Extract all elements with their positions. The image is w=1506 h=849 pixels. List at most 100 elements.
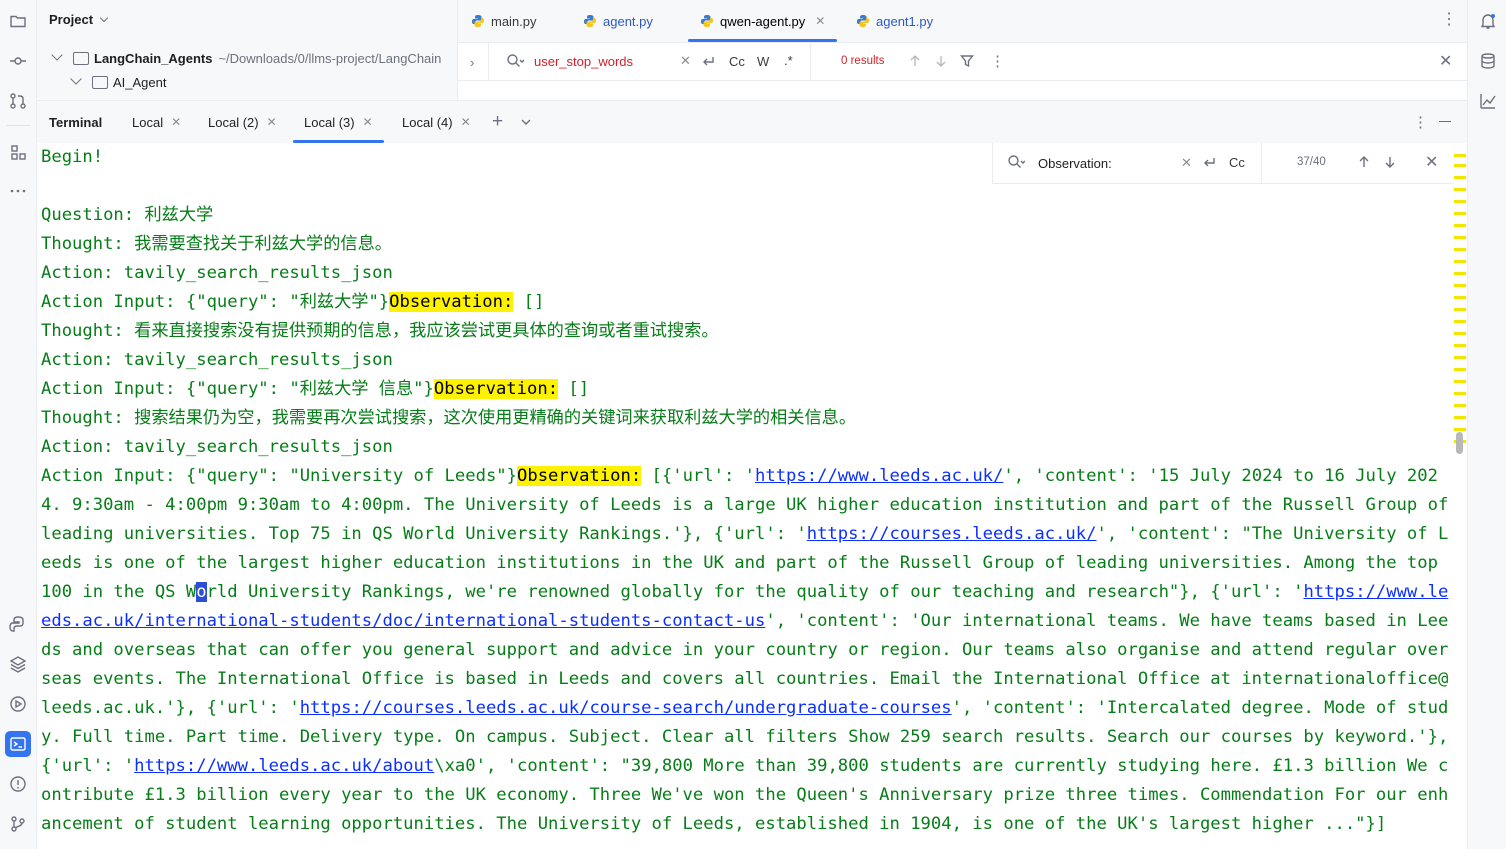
terminal-options-kebab-icon[interactable]: ⋮ bbox=[1413, 113, 1428, 131]
regex-toggle[interactable]: .* bbox=[784, 53, 793, 68]
tab-local[interactable]: Local ✕ bbox=[132, 101, 181, 143]
close-terminal-search-icon[interactable]: ✕ bbox=[1425, 152, 1438, 172]
python-file-icon bbox=[857, 15, 869, 27]
project-tool-folder-icon[interactable] bbox=[5, 8, 31, 34]
link-leeds-home[interactable]: https://www.leeds.ac.uk/ bbox=[755, 466, 1003, 486]
match-mark bbox=[1454, 368, 1466, 371]
root-folder-name: LangChain_Agents bbox=[94, 50, 213, 66]
match-mark bbox=[1454, 356, 1466, 359]
scrollbar-thumb[interactable] bbox=[1456, 432, 1463, 454]
match-case-toggle[interactable]: Cc bbox=[1229, 155, 1245, 170]
divider bbox=[810, 43, 811, 80]
python-console-icon[interactable] bbox=[5, 611, 31, 637]
sciview-chart-icon[interactable] bbox=[1475, 88, 1501, 114]
expand-chevron-right-icon[interactable]: › bbox=[470, 55, 474, 70]
close-tab-icon[interactable]: ✕ bbox=[171, 115, 181, 129]
find-input[interactable] bbox=[534, 51, 674, 71]
expand-chevron-icon bbox=[70, 73, 82, 85]
action-line-3: Action: tavily_search_results_json bbox=[41, 437, 393, 457]
tab-options-kebab-icon[interactable]: ⋮ bbox=[1441, 12, 1457, 28]
problems-icon[interactable] bbox=[5, 771, 31, 797]
previous-match-arrow-up-icon[interactable] bbox=[1357, 155, 1371, 169]
divider bbox=[488, 43, 489, 80]
tab-agent1-py[interactable]: agent1.py bbox=[856, 0, 933, 42]
python-file-icon bbox=[701, 15, 713, 27]
scrollbar-match-marks[interactable] bbox=[1452, 150, 1466, 480]
strip-divider bbox=[6, 125, 30, 126]
tab-label: main.py bbox=[491, 13, 537, 29]
filter-icon[interactable] bbox=[960, 54, 974, 68]
link-undergraduate-courses[interactable]: https://courses.leeds.ac.uk/course-searc… bbox=[300, 698, 952, 718]
tab-local-4[interactable]: Local (4) ✕ bbox=[402, 101, 471, 143]
close-tab-icon[interactable]: ✕ bbox=[267, 115, 277, 129]
match-case-toggle[interactable]: Cc bbox=[729, 54, 745, 69]
tab-agent-py[interactable]: agent.py bbox=[583, 0, 653, 42]
tab-main-py[interactable]: main.py bbox=[471, 0, 537, 42]
link-leeds-about[interactable]: https://www.leeds.ac.uk/about bbox=[134, 756, 434, 776]
terminal-text[interactable]: Begin! Question: 利兹大学 Thought: 我需要查找关于利兹… bbox=[41, 143, 1453, 839]
link-leeds-courses[interactable]: https://courses.leeds.ac.uk/ bbox=[807, 524, 1097, 544]
close-tab-icon[interactable]: ✕ bbox=[815, 14, 825, 28]
more-tools-icon[interactable] bbox=[5, 178, 31, 204]
match-mark bbox=[1454, 392, 1466, 395]
git-icon[interactable] bbox=[5, 811, 31, 837]
chevron-down-icon[interactable] bbox=[520, 116, 532, 128]
project-pane: Project LangChain_Agents ~/Downloads/0/l… bbox=[37, 0, 458, 100]
match-mark bbox=[1454, 284, 1466, 287]
new-tab-plus-icon[interactable]: + bbox=[492, 101, 503, 143]
match-mark bbox=[1454, 248, 1466, 251]
new-line-icon[interactable] bbox=[1201, 155, 1217, 171]
thought-line-2: Thought: 看来直接搜索没有提供预期的信息，我应该尝试更具体的查询或者重试… bbox=[41, 321, 719, 341]
commit-icon[interactable] bbox=[5, 48, 31, 74]
observation-1-result: [] bbox=[513, 292, 545, 312]
tab-local-3[interactable]: Local (3) ✕ bbox=[293, 101, 384, 143]
close-tab-icon[interactable]: ✕ bbox=[363, 115, 373, 129]
question-text: 利兹大学 bbox=[144, 205, 214, 225]
expand-chevron-icon bbox=[51, 49, 63, 61]
pull-requests-icon[interactable] bbox=[5, 88, 31, 114]
services-run-icon[interactable] bbox=[5, 691, 31, 717]
python-file-icon bbox=[472, 15, 484, 27]
terminal-title: Terminal bbox=[49, 114, 103, 130]
layers-icon[interactable] bbox=[5, 651, 31, 677]
action-line-1: Action: tavily_search_results_json bbox=[41, 263, 393, 283]
editor-find-bar: › ✕ Cc W .* 0 results ⋮ ✕ bbox=[458, 43, 1467, 81]
terminal-search-input[interactable] bbox=[1038, 153, 1168, 173]
whole-word-toggle[interactable]: W bbox=[757, 54, 769, 69]
close-find-bar-icon[interactable]: ✕ bbox=[1439, 51, 1452, 71]
match-mark bbox=[1454, 332, 1466, 335]
chevron-down-icon bbox=[99, 13, 109, 22]
tab-qwen-agent-py[interactable]: qwen-agent.py ✕ bbox=[688, 0, 838, 42]
previous-occurrence-arrow-up-icon[interactable] bbox=[908, 54, 922, 68]
match-mark bbox=[1454, 296, 1466, 299]
observation-highlight: Observation: bbox=[517, 466, 642, 486]
tab-local-2[interactable]: Local (2) ✕ bbox=[208, 101, 277, 143]
line-begin: Begin! bbox=[41, 147, 104, 167]
thought-line-1: Thought: 我需要查找关于利兹大学的信息。 bbox=[41, 234, 392, 254]
next-match-arrow-down-icon[interactable] bbox=[1383, 155, 1397, 169]
editor-tab-bar: main.py agent.py qwen-agent.py ✕ agent1.… bbox=[458, 0, 1467, 43]
terminal-output[interactable]: Begin! Question: 利兹大学 Thought: 我需要查找关于利兹… bbox=[37, 143, 1467, 849]
project-title[interactable]: Project bbox=[49, 12, 109, 27]
structure-icon[interactable] bbox=[5, 139, 31, 165]
root-folder-path: ~/Downloads/0/llms-project/LangChain bbox=[218, 50, 442, 66]
left-tool-strip bbox=[0, 0, 37, 849]
terminal-tool-icon[interactable] bbox=[5, 731, 31, 757]
find-options-kebab-icon[interactable]: ⋮ bbox=[990, 52, 1005, 70]
close-tab-icon[interactable]: ✕ bbox=[461, 115, 471, 129]
match-mark bbox=[1454, 260, 1466, 263]
clear-search-icon[interactable]: ✕ bbox=[1181, 155, 1192, 171]
tab-label: qwen-agent.py bbox=[720, 13, 806, 29]
match-mark bbox=[1454, 224, 1466, 227]
next-occurrence-arrow-down-icon[interactable] bbox=[934, 54, 948, 68]
search-icon[interactable] bbox=[506, 53, 524, 69]
database-icon[interactable] bbox=[1475, 48, 1501, 74]
search-icon[interactable] bbox=[1007, 154, 1025, 170]
minimize-icon[interactable] bbox=[1439, 121, 1451, 123]
tree-row-ai-agent[interactable]: AI_Agent bbox=[70, 72, 167, 92]
notifications-bell-icon[interactable] bbox=[1475, 8, 1501, 34]
results-count: 0 results bbox=[841, 55, 885, 67]
clear-search-icon[interactable]: ✕ bbox=[680, 53, 691, 69]
new-line-icon[interactable] bbox=[700, 54, 716, 70]
tree-row-root[interactable]: LangChain_Agents ~/Downloads/0/llms-proj… bbox=[51, 48, 463, 68]
